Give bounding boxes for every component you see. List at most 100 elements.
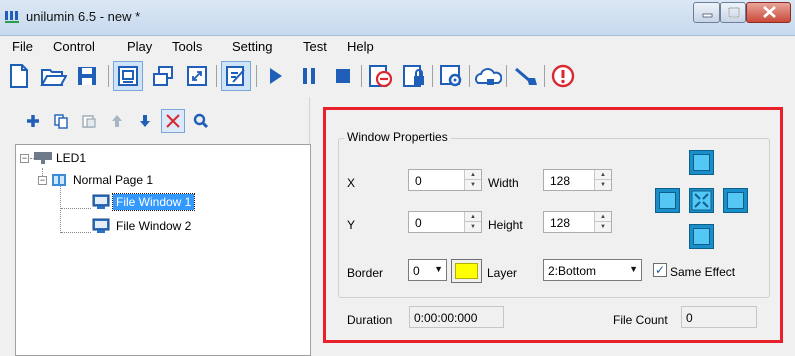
- file-count-field: 0: [681, 306, 757, 328]
- align-center-button[interactable]: [689, 188, 714, 213]
- title-bar: unilumin 6.5 - new *: [0, 0, 795, 36]
- down-arrow-icon[interactable]: ▼: [465, 222, 481, 232]
- border-select[interactable]: 0 ▼: [408, 259, 447, 281]
- border-value: 0: [413, 264, 420, 278]
- new-file-button[interactable]: [4, 61, 34, 91]
- duration-value: 0:00:00:000: [414, 311, 478, 325]
- menu-test[interactable]: Test: [303, 39, 327, 54]
- up-arrow-icon[interactable]: ▲: [465, 170, 481, 180]
- width-spin-arrows[interactable]: ▲ ▼: [594, 170, 611, 190]
- tree-item-page[interactable]: − Normal Page 1: [38, 171, 156, 189]
- search-button[interactable]: [189, 109, 213, 133]
- align-top-icon: [693, 154, 710, 171]
- up-arrow-icon[interactable]: ▲: [595, 212, 611, 222]
- paste-button[interactable]: [77, 109, 101, 133]
- page-icon: [52, 174, 66, 186]
- stop-button[interactable]: [328, 61, 358, 91]
- move-up-icon: [112, 115, 122, 127]
- up-arrow-icon[interactable]: ▲: [465, 212, 481, 222]
- down-arrow-icon[interactable]: ▼: [595, 180, 611, 190]
- project-tree-pane: − LED1 − Normal Page 1 File Window 1 Fil…: [7, 97, 311, 356]
- y-spin-arrows[interactable]: ▲ ▼: [464, 212, 481, 232]
- timer-icon: [369, 65, 393, 88]
- cloud-icon: [475, 68, 502, 85]
- down-arrow-icon[interactable]: ▼: [465, 180, 481, 190]
- open-folder-icon: [40, 69, 67, 86]
- lock-button[interactable]: [399, 61, 429, 91]
- up-arrow-icon[interactable]: ▲: [595, 170, 611, 180]
- width-input[interactable]: 128 ▲ ▼: [543, 169, 612, 191]
- minimize-button[interactable]: [693, 2, 720, 23]
- align-left-icon: [659, 192, 676, 209]
- open-button[interactable]: [38, 61, 68, 91]
- x-spin-arrows[interactable]: ▲ ▼: [464, 170, 481, 190]
- led-screen-icon: [34, 152, 52, 164]
- same-effect-label: Same Effect: [670, 265, 736, 279]
- toolbar-separator: [506, 65, 507, 87]
- menu-control[interactable]: Control: [53, 39, 95, 54]
- toolbar-separator: [256, 65, 257, 87]
- window-button[interactable]: [148, 61, 178, 91]
- toolbar-separator: [544, 65, 545, 87]
- menu-setting[interactable]: Setting: [232, 39, 272, 54]
- edit-button[interactable]: [221, 61, 251, 91]
- maximize-button[interactable]: [720, 2, 746, 23]
- tree-label-file-window-2: File Window 2: [116, 219, 192, 233]
- minimize-icon: [702, 13, 713, 18]
- layer-select[interactable]: 2:Bottom ▼: [543, 259, 642, 281]
- new-file-icon: [10, 64, 28, 88]
- tree-item-file-window-2[interactable]: File Window 2: [92, 217, 194, 235]
- align-right-button[interactable]: [723, 188, 748, 213]
- same-effect-checkbox[interactable]: ✓: [653, 263, 667, 277]
- align-bottom-button[interactable]: [689, 224, 714, 249]
- play-button[interactable]: [260, 61, 290, 91]
- align-center-icon: [691, 190, 712, 211]
- x-input[interactable]: 0 ▲ ▼: [408, 169, 482, 191]
- align-top-button[interactable]: [689, 150, 714, 175]
- copy-button[interactable]: [49, 109, 73, 133]
- menu-tools[interactable]: Tools: [172, 39, 202, 54]
- delete-button[interactable]: [161, 109, 185, 133]
- menu-help[interactable]: Help: [347, 39, 374, 54]
- tree-connector: [60, 186, 61, 233]
- menu-play[interactable]: Play: [127, 39, 152, 54]
- play-icon: [270, 68, 282, 84]
- fullscreen-icon: [187, 66, 207, 86]
- screen-button[interactable]: [113, 61, 143, 91]
- settings-icon: [440, 65, 462, 87]
- down-arrow-icon[interactable]: ▼: [595, 222, 611, 232]
- height-spin-arrows[interactable]: ▲ ▼: [594, 212, 611, 232]
- tree-item-file-window-1[interactable]: File Window 1: [92, 193, 196, 211]
- brush-icon: [515, 67, 537, 85]
- close-icon: [763, 6, 776, 18]
- brush-button[interactable]: [511, 61, 541, 91]
- chevron-down-icon: ▼: [629, 264, 638, 274]
- info-button[interactable]: [548, 61, 578, 91]
- tree-item-led[interactable]: − LED1: [20, 149, 89, 167]
- save-button[interactable]: [72, 61, 102, 91]
- tree-label-file-window-1: File Window 1: [111, 193, 196, 211]
- collapse-toggle[interactable]: −: [38, 175, 47, 185]
- cloud-button[interactable]: [473, 61, 503, 91]
- add-button[interactable]: [21, 109, 45, 133]
- border-color-button[interactable]: [451, 259, 482, 283]
- info-icon: [551, 64, 575, 88]
- move-up-button[interactable]: [105, 109, 129, 133]
- collapse-toggle[interactable]: −: [20, 153, 29, 163]
- align-left-button[interactable]: [655, 188, 680, 213]
- pause-button[interactable]: [294, 61, 324, 91]
- y-input[interactable]: 0 ▲ ▼: [408, 211, 482, 233]
- fullscreen-button[interactable]: [182, 61, 212, 91]
- maximize-icon: [728, 7, 740, 18]
- color-swatch-fill: [455, 263, 478, 279]
- close-button[interactable]: [746, 2, 791, 23]
- timer-button[interactable]: [365, 61, 395, 91]
- height-input[interactable]: 128 ▲ ▼: [543, 211, 612, 233]
- tree-label-led: LED1: [56, 151, 87, 165]
- menu-file[interactable]: File: [12, 39, 33, 54]
- layer-value: 2:Bottom: [548, 264, 597, 278]
- height-value: 128: [550, 216, 571, 230]
- settings-button[interactable]: [436, 61, 466, 91]
- move-down-button[interactable]: [133, 109, 157, 133]
- lock-icon: [403, 65, 424, 87]
